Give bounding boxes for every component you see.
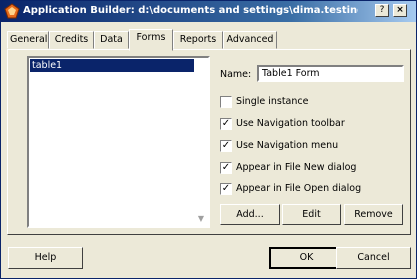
close-button[interactable]: ×	[393, 4, 407, 17]
tab-credits[interactable]: Credits	[49, 31, 94, 49]
file-new-checkbox[interactable]: ✓	[220, 162, 232, 174]
tab-general[interactable]: General	[7, 31, 49, 49]
cancel-button[interactable]: Cancel	[336, 247, 411, 269]
title-bar[interactable]: Application Builder: d:\documents and se…	[1, 1, 416, 22]
file-open-checkbox[interactable]: ✓	[220, 183, 232, 195]
name-label: Name:	[220, 69, 252, 80]
add-button[interactable]: Add...	[220, 204, 280, 225]
application-builder-window: Application Builder: d:\documents and se…	[0, 0, 417, 279]
app-builder-icon	[4, 3, 20, 19]
tab-advanced[interactable]: Advanced	[223, 31, 277, 49]
forms-list[interactable]: table1 ▼	[27, 56, 210, 228]
remove-button[interactable]: Remove	[344, 204, 403, 225]
scroll-down-arrow-icon[interactable]: ▼	[195, 213, 207, 225]
navigation-menu-label: Use Navigation menu	[236, 140, 339, 151]
tab-reports[interactable]: Reports	[173, 31, 223, 49]
single-instance-checkbox[interactable]	[220, 96, 232, 108]
help-button[interactable]: Help	[8, 247, 83, 269]
edit-button[interactable]: Edit	[282, 204, 341, 225]
navigation-toolbar-checkbox[interactable]: ✓	[220, 118, 232, 130]
navigation-menu-checkbox[interactable]: ✓	[220, 140, 232, 152]
navigation-toolbar-label: Use Navigation toolbar	[236, 118, 345, 129]
file-open-label: Appear in File Open dialog	[236, 183, 362, 194]
name-input[interactable]: Table1 Form	[257, 65, 404, 82]
file-new-label: Appear in File New dialog	[236, 162, 357, 173]
tab-data[interactable]: Data	[94, 31, 129, 49]
list-item[interactable]: table1	[30, 59, 194, 72]
ok-button[interactable]: OK	[269, 247, 344, 269]
single-instance-label: Single instance	[236, 96, 309, 107]
help-title-button[interactable]: ?	[375, 4, 389, 17]
tab-forms[interactable]: Forms	[129, 29, 173, 51]
window-title: Application Builder: d:\documents and se…	[23, 5, 358, 16]
